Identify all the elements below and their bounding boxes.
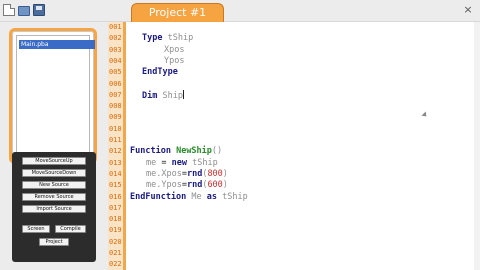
line-number: 007 (109, 90, 122, 99)
source-file-panel: Main.pba (9, 28, 97, 164)
code-line: Function NewShip() (130, 146, 222, 157)
editor-scrollbar[interactable] (474, 22, 480, 270)
line-number: 008 (109, 102, 122, 111)
code-line: EndFunction Me as tShip (130, 192, 248, 203)
line-number: 005 (109, 68, 122, 77)
number: 600 (207, 180, 223, 191)
code-line: Ypos (164, 56, 184, 67)
move-source-up-button[interactable]: MoveSourceUp (22, 157, 86, 165)
identifier: Ship (162, 90, 183, 101)
tab-project[interactable]: Project #1 (131, 3, 224, 22)
code-line: Dim Ship (142, 89, 184, 101)
builtin-function: rnd (186, 180, 203, 191)
source-file-list: Main.pba (16, 35, 95, 157)
line-number: 019 (109, 226, 122, 235)
new-file-icon[interactable] (3, 4, 15, 16)
line-number: 004 (109, 56, 122, 65)
open-folder-icon[interactable] (18, 6, 30, 16)
keyword: Function (130, 146, 171, 157)
source-controls: MoveSourceUp MoveSourceDown New Source R… (12, 152, 96, 262)
keyword: EndType (142, 67, 178, 78)
line-number: 020 (109, 237, 122, 246)
project-button[interactable]: Project (39, 238, 69, 246)
punctuation: ) (222, 168, 228, 179)
operator: = (156, 157, 172, 168)
line-number: 006 (109, 79, 122, 88)
line-number: 014 (109, 169, 122, 178)
identifier: Xpos (164, 44, 185, 55)
line-number: 021 (109, 249, 122, 257)
line-number: 022 (109, 260, 122, 269)
line-number: 013 (109, 158, 122, 167)
line-number: 012 (109, 147, 122, 156)
code-line: EndType (142, 67, 178, 78)
line-number: 018 (109, 215, 122, 224)
code-line: Xpos (164, 45, 184, 56)
punctuation: ) (222, 180, 228, 191)
identifier: tShip (167, 33, 194, 44)
line-number: 010 (109, 124, 122, 133)
code-editor[interactable]: 001 002 003 004 005 006 007 008 009 010 … (108, 22, 480, 270)
line-number: 001 (109, 23, 122, 31)
identifier: me.Ypos (146, 180, 182, 191)
identifier: tShip (222, 191, 248, 202)
line-number: 003 (109, 45, 122, 54)
move-source-down-button[interactable]: MoveSourceDown (22, 169, 86, 177)
identifier: me.Xpos (146, 168, 182, 179)
toolbar: × (0, 0, 480, 22)
identifier: Ypos (164, 55, 185, 66)
text-caret (182, 89, 184, 99)
source-file-item[interactable]: Main.pba (19, 40, 95, 49)
left-panel: Main.pba MoveSourceUp MoveSourceDown New… (0, 22, 108, 270)
number: 800 (207, 168, 223, 179)
line-number: 017 (109, 203, 122, 212)
line-number: 015 (109, 181, 122, 190)
keyword: new (171, 157, 187, 168)
keyword: EndFunction (130, 191, 187, 202)
code-line: me.Xpos=rnd(800) (146, 169, 228, 180)
remove-source-button[interactable]: Remove Source (22, 193, 86, 201)
code-line: me = new tShip (146, 158, 218, 169)
punctuation: () (211, 146, 223, 157)
builtin-function: rnd (186, 168, 203, 179)
line-number: 002 (109, 34, 122, 43)
save-disk-icon[interactable] (33, 4, 45, 16)
identifier: Me (191, 191, 202, 202)
line-number: 009 (109, 113, 122, 122)
code-line: me.Ypos=rnd(600) (146, 180, 228, 191)
keyword: Type (142, 33, 163, 44)
line-number: 016 (109, 192, 122, 201)
code-line: Type tShip (142, 33, 193, 44)
screen-button[interactable]: Screen (22, 225, 50, 233)
identifier: me (146, 157, 157, 168)
line-number: 011 (109, 136, 122, 144)
import-source-button[interactable]: Import Source (22, 205, 86, 213)
line-number-gutter: 001 002 003 004 005 006 007 008 009 010 … (108, 22, 126, 270)
keyword: Dim (142, 90, 158, 101)
compile-button[interactable]: Compile (55, 225, 86, 233)
keyword: as (206, 191, 218, 202)
function-name: NewShip (176, 146, 212, 157)
identifier: tShip (192, 157, 218, 168)
code-text[interactable]: Type tShip Xpos Ypos EndType Dim Ship Fu… (128, 22, 480, 270)
new-source-button[interactable]: New Source (22, 181, 86, 189)
close-icon[interactable]: × (462, 4, 474, 16)
